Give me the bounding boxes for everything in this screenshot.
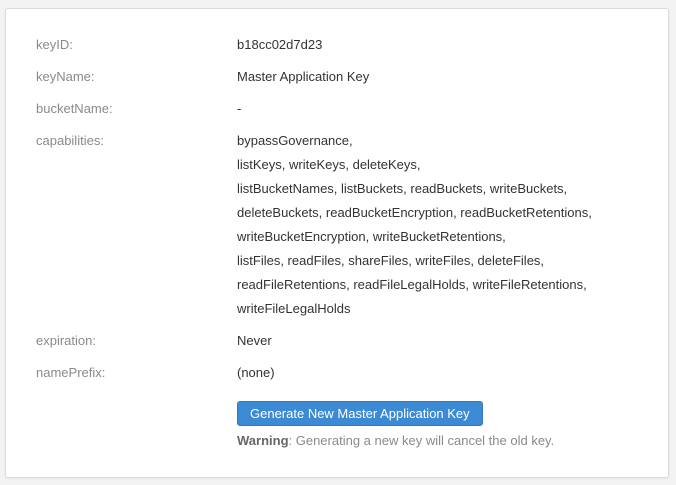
warning-message: Warning: Generating a new key will cance… [237, 432, 554, 450]
name-prefix-value: (none) [237, 365, 275, 380]
capabilities-line: bypassGovernance, [237, 133, 353, 148]
capabilities-line: deleteBuckets, readBucketEncryption, rea… [237, 205, 592, 220]
key-actions: Generate New Master Application Key Warn… [237, 401, 554, 450]
key-id-value: b18cc02d7d23 [237, 37, 323, 52]
row-name-prefix: namePrefix: (none) [36, 361, 648, 385]
key-id-label: keyID: [36, 37, 73, 52]
capabilities-line: readFileRetentions, readFileLegalHolds, … [237, 277, 587, 292]
warning-title: Warning [237, 433, 289, 448]
capabilities-value: bypassGovernance, listKeys, writeKeys, d… [237, 129, 592, 321]
generate-master-key-button[interactable]: Generate New Master Application Key [237, 401, 483, 426]
key-details: keyID: b18cc02d7d23 keyName: Master Appl… [36, 33, 648, 393]
capabilities-label: capabilities: [36, 133, 104, 148]
name-prefix-label: namePrefix: [36, 365, 106, 380]
capabilities-line: listBucketNames, listBuckets, readBucket… [237, 181, 568, 196]
bucket-name-value: - [237, 101, 242, 116]
expiration-value: Never [237, 333, 272, 348]
capabilities-line: writeBucketEncryption, writeBucketRetent… [237, 229, 506, 244]
key-name-value: Master Application Key [237, 69, 370, 84]
bucket-name-label: bucketName: [36, 101, 113, 116]
master-key-card: keyID: b18cc02d7d23 keyName: Master Appl… [5, 8, 669, 478]
row-key-id: keyID: b18cc02d7d23 [36, 33, 648, 57]
capabilities-line: listKeys, writeKeys, deleteKeys, [237, 157, 421, 172]
key-name-label: keyName: [36, 69, 95, 84]
row-expiration: expiration: Never [36, 329, 648, 353]
row-key-name: keyName: Master Application Key [36, 65, 648, 89]
warning-text: : Generating a new key will cancel the o… [288, 433, 555, 448]
capabilities-line: listFiles, readFiles, shareFiles, writeF… [237, 253, 545, 268]
row-capabilities: capabilities: bypassGovernance, listKeys… [36, 129, 648, 321]
row-bucket-name: bucketName: - [36, 97, 648, 121]
capabilities-line: writeFileLegalHolds [237, 301, 351, 316]
expiration-label: expiration: [36, 333, 96, 348]
